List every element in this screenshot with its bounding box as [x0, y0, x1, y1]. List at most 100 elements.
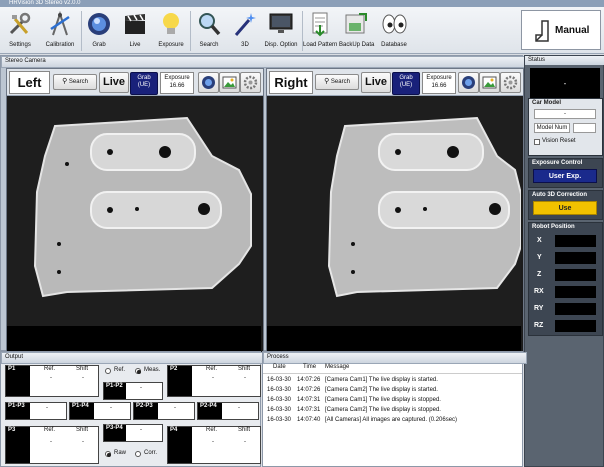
- raw-radio[interactable]: [105, 451, 111, 457]
- log-message: [Camera Cam2] The live display is starte…: [325, 387, 438, 393]
- header-divider: [263, 373, 522, 374]
- p1-shift-header: Shift: [76, 366, 89, 372]
- load-pattern-icon: [312, 12, 328, 37]
- axis-rz-value: [555, 320, 596, 332]
- log-date: 16-03-30: [267, 377, 292, 383]
- left-search-label: Search: [68, 79, 88, 85]
- p1-p2-distance: P1-P2 -: [103, 382, 163, 400]
- calibration-label: Calibration: [45, 42, 75, 48]
- mode-label: Manual: [555, 25, 590, 36]
- tools-icon: [9, 12, 31, 35]
- display-option-button[interactable]: Disp. Option: [262, 9, 300, 51]
- right-live-button[interactable]: Live: [361, 72, 391, 93]
- p1-table: P1 Ref. Shift - -: [5, 365, 99, 397]
- model-num-input[interactable]: [573, 123, 596, 133]
- right-exposure-value: 16.66: [431, 83, 447, 89]
- meas-radio[interactable]: [135, 368, 141, 374]
- search-label: Search: [199, 42, 219, 48]
- user-exp-button[interactable]: User Exp.: [533, 169, 597, 183]
- axis-rx-value: [555, 286, 596, 298]
- right-grab-button[interactable]: Grab (UE): [392, 72, 420, 95]
- display-option-label: Disp. Option: [264, 42, 298, 48]
- load-pattern-button[interactable]: Load Pattern: [303, 9, 337, 51]
- lens-icon: [202, 76, 215, 89]
- live-label: Live: [129, 42, 141, 48]
- grab-button[interactable]: Grab: [82, 9, 116, 51]
- right-settings-button[interactable]: [500, 72, 521, 93]
- mode-indicator[interactable]: Manual: [521, 10, 601, 50]
- left-grab-button[interactable]: Grab (UE): [130, 72, 158, 95]
- stereo-camera-panel: Stereo Camera Left ⚲ Search Live Grab (U…: [0, 55, 527, 353]
- p1-p2-label: P1-P2: [104, 383, 126, 399]
- load-pattern-label: Load Pattern: [303, 42, 338, 48]
- database-button[interactable]: Database: [377, 9, 411, 51]
- main-toolbar: Settings Calibration Grab Live Exposure …: [0, 7, 604, 54]
- p2-table: P2 Ref. Shift - -: [167, 365, 261, 397]
- clapper-icon: [125, 14, 145, 34]
- lightbulb-icon: [163, 13, 179, 34]
- right-search-button[interactable]: ⚲ Search: [315, 74, 359, 90]
- corr-radio[interactable]: [135, 451, 141, 457]
- axis-x-label: X: [537, 237, 542, 244]
- left-settings-button[interactable]: [240, 72, 261, 93]
- left-search-button[interactable]: ⚲ Search: [53, 74, 97, 90]
- right-capture-button[interactable]: [458, 72, 479, 93]
- 3d-button[interactable]: 3D: [228, 9, 262, 51]
- log-time: 14:07:40: [297, 417, 321, 423]
- car-model-value: -: [534, 109, 596, 119]
- p3-p4-value: -: [140, 427, 142, 433]
- log-row: 16-03-30 14:07:31 [Camera Cam1] The live…: [263, 396, 522, 406]
- use-button[interactable]: Use: [533, 201, 597, 215]
- vision-reset-checkbox[interactable]: [534, 139, 540, 145]
- axis-ry-value: [555, 303, 596, 315]
- backup-data-button[interactable]: BackUp Data: [339, 9, 375, 51]
- right-grab-label: Grab: [399, 75, 413, 81]
- p2-p4-label: P2-P4: [198, 403, 222, 419]
- picture-icon: [222, 76, 237, 89]
- calibration-button[interactable]: Calibration: [40, 9, 80, 51]
- log-time: 14:07:26: [297, 377, 321, 383]
- settings-button[interactable]: Settings: [2, 9, 38, 51]
- search-button[interactable]: Search: [192, 9, 226, 51]
- p1-p3-value: -: [46, 405, 48, 411]
- p3-p4-label: P3-P4: [104, 425, 126, 441]
- exposure-control-section: Exposure Control User Exp.: [528, 158, 603, 188]
- ref-radio[interactable]: [105, 368, 111, 374]
- log-message: [All Cameras] All images are captured. (…: [325, 417, 458, 423]
- p1-p3-distance: P1-P3 -: [5, 402, 67, 420]
- left-capture-button[interactable]: [198, 72, 219, 93]
- p1-p4-distance: P1-P4 -: [69, 402, 131, 420]
- left-camera-image: [7, 96, 263, 352]
- live-button[interactable]: Live: [118, 9, 152, 51]
- exposure-label: Exposure: [158, 42, 184, 48]
- car-model-title: Car Model: [532, 100, 562, 106]
- exposure-control-title: Exposure Control: [532, 160, 583, 166]
- p4-shift-header: Shift: [238, 427, 251, 433]
- left-image-button[interactable]: [219, 72, 240, 93]
- left-camera-title: Left: [9, 71, 50, 94]
- wand-icon: [234, 13, 256, 36]
- model-num-label: Model Num: [534, 123, 570, 133]
- p3-label: P3: [6, 427, 30, 463]
- p3-shift-header: Shift: [76, 427, 89, 433]
- auto-3d-section: Auto 3D Correction Use: [528, 190, 603, 220]
- axis-x-value: [555, 235, 596, 247]
- grab-label: Grab: [92, 42, 106, 48]
- manual-mode-icon: [535, 20, 549, 42]
- axis-rz-label: RZ: [534, 322, 544, 329]
- left-exposure-box: Exposure 16.66: [160, 72, 194, 94]
- backup-data-label: BackUp Data: [339, 42, 375, 48]
- exposure-button[interactable]: Exposure: [154, 9, 188, 51]
- p2-p3-distance: P2-P3 -: [133, 402, 195, 420]
- search-icon: ⚲: [324, 78, 330, 85]
- left-live-button[interactable]: Live: [99, 72, 129, 93]
- p3-ref-header: Ref.: [44, 427, 56, 433]
- right-image-button[interactable]: [479, 72, 500, 93]
- left-part-image: [7, 96, 261, 352]
- p1-p3-label: P1-P3: [6, 403, 30, 419]
- axis-y-value: [555, 252, 596, 264]
- p3-p4-distance: P3-P4 -: [103, 424, 163, 442]
- message-column-header: Message: [325, 364, 350, 370]
- p1-p4-label: P1-P4: [70, 403, 94, 419]
- title-bar: HRVision 3D Stereo v2.0.0: [0, 0, 604, 7]
